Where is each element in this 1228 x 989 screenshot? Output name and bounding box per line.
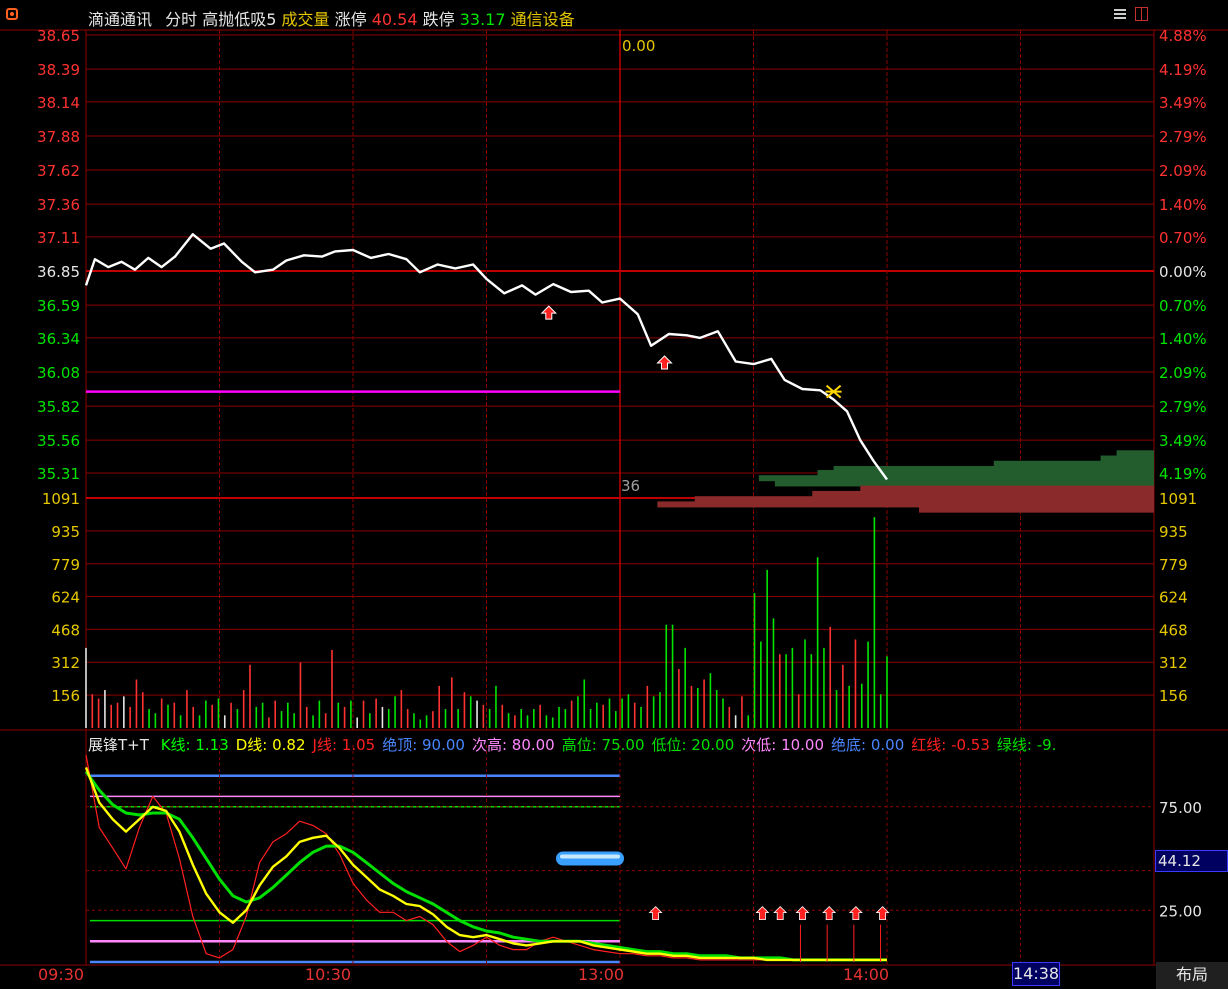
limit-down-label: 跌停 bbox=[422, 10, 455, 29]
limit-up-value: 40.54 bbox=[371, 10, 418, 29]
volume-profile-bar bbox=[758, 475, 1154, 482]
stock-name[interactable]: 滴通通讯 bbox=[88, 10, 152, 29]
indicator-name[interactable]: 高抛低吸5 bbox=[202, 10, 276, 29]
volume-profile-bar bbox=[1116, 450, 1154, 457]
price-tick-label: 35.82 bbox=[37, 398, 80, 416]
volume-profile-bar bbox=[919, 506, 1154, 513]
price-tick-label: 37.88 bbox=[37, 128, 80, 146]
price-tick-label: 38.39 bbox=[37, 61, 80, 79]
indicator-header: 展锋T+T K线: 1.13 D线: 0.82 J线: 1.05 绝顶: 90.00 次… bbox=[88, 734, 1156, 754]
percent-tick-label: 2.09% bbox=[1159, 364, 1207, 382]
percent-tick-label: 0.70% bbox=[1159, 229, 1207, 247]
volume-tick-label: 779 bbox=[51, 556, 80, 574]
indicator-legend-item: 红线: -0.53 bbox=[911, 736, 990, 754]
volume-profile-bar bbox=[993, 460, 1154, 467]
volume-profile-bar bbox=[657, 501, 1154, 508]
volume-tick-label: 468 bbox=[51, 621, 80, 639]
percent-tick-label: 4.19% bbox=[1159, 465, 1207, 483]
indicator-legend-item: 绝底: 0.00 bbox=[831, 736, 905, 754]
intraday-chart[interactable]: 38.65 4.88% 38.39 4.19% 38.14 3.49% 37.88 2.79%… bbox=[0, 0, 1228, 989]
volume-tick-label: 1091 bbox=[42, 490, 80, 508]
price-tick-label: 36.34 bbox=[37, 330, 80, 348]
volume-tick-label: 156 bbox=[1159, 687, 1188, 705]
layout-button[interactable]: 布局 bbox=[1156, 962, 1228, 989]
indicator-title[interactable]: 展锋T+T bbox=[88, 736, 149, 754]
volume-tick-label: 935 bbox=[1159, 523, 1188, 541]
price-tick-label: 38.14 bbox=[37, 94, 80, 112]
time-axis: 09:30 10:30 13:00 14:00 14:38 布局 bbox=[0, 962, 1228, 989]
percent-tick-label: 2.79% bbox=[1159, 398, 1207, 416]
time-label: 09:30 bbox=[38, 965, 85, 984]
indicator-legend-item: K线: 1.13 bbox=[160, 736, 229, 754]
percent-tick-label: 3.49% bbox=[1159, 94, 1207, 112]
last-price-tag: 36 bbox=[621, 477, 641, 495]
current-time-marker: 14:38 bbox=[1012, 962, 1060, 986]
sector-label[interactable]: 通信设备 bbox=[511, 10, 575, 29]
percent-tick-label: 0.00% bbox=[1159, 263, 1207, 281]
percent-tick-label: 1.40% bbox=[1159, 196, 1207, 214]
indicator-legend-item: 低位: 20.00 bbox=[651, 736, 735, 754]
indicator-legend-item: 高位: 75.00 bbox=[561, 736, 645, 754]
time-label: 14:00 bbox=[843, 965, 890, 984]
volume-tick-label: 779 bbox=[1159, 556, 1188, 574]
window-icon[interactable] bbox=[1135, 7, 1148, 21]
percent-tick-label: 4.19% bbox=[1159, 61, 1207, 79]
price-tick-label: 36.59 bbox=[37, 297, 80, 315]
volume-tick-label: 935 bbox=[51, 523, 80, 541]
hamburger-icon[interactable] bbox=[1114, 9, 1126, 19]
indicator-legend-item: 绿线: -9. bbox=[996, 736, 1057, 754]
price-tick-label: 38.65 bbox=[37, 27, 80, 45]
percent-tick-label: 0.70% bbox=[1159, 297, 1207, 315]
indicator-legend-item: 绝顶: 90.00 bbox=[382, 736, 465, 754]
indicator-tick-label: 75.00 bbox=[1159, 799, 1202, 817]
percent-tick-label: 2.79% bbox=[1159, 128, 1207, 146]
volume-profile-bar bbox=[694, 496, 1154, 503]
volume-tick-label: 156 bbox=[51, 687, 80, 705]
indicator-legend-item: D线: 0.82 bbox=[235, 736, 306, 754]
menu-circle-icon[interactable] bbox=[6, 8, 18, 20]
volume-tick-label: 624 bbox=[51, 588, 80, 606]
volume-profile-bar bbox=[774, 480, 1154, 487]
volume-profile-bar bbox=[812, 490, 1154, 497]
percent-tick-label: 4.88% bbox=[1159, 27, 1207, 45]
time-label: 13:00 bbox=[578, 965, 625, 984]
volume-label[interactable]: 成交量 bbox=[282, 10, 330, 29]
limit-up-label: 涨停 bbox=[334, 10, 367, 29]
indicator-current-value: 44.12 bbox=[1155, 850, 1228, 872]
price-tick-label: 35.31 bbox=[37, 465, 80, 483]
mode-label[interactable]: 分时 bbox=[165, 10, 197, 29]
volume-tick-label: 312 bbox=[1159, 654, 1188, 672]
volume-tick-label: 468 bbox=[1159, 621, 1188, 639]
price-tick-label: 37.36 bbox=[37, 196, 80, 214]
percent-tick-label: 2.09% bbox=[1159, 162, 1207, 180]
price-tick-label: 37.62 bbox=[37, 162, 80, 180]
price-tick-label: 37.11 bbox=[37, 229, 80, 247]
indicator-legend-item: 次低: 10.00 bbox=[741, 736, 825, 754]
volume-profile-bar bbox=[1100, 455, 1154, 462]
header-bar: 滴通通讯 分时 高抛低吸5 成交量 涨停 40.54 跌停 33.17 通信设备 bbox=[0, 6, 1228, 29]
volume-tick-label: 312 bbox=[51, 654, 80, 672]
indicator-tick-label: 25.00 bbox=[1159, 902, 1202, 920]
price-tick-label: 36.08 bbox=[37, 364, 80, 382]
signal-capsule-highlight bbox=[560, 854, 620, 859]
percent-tick-label: 3.49% bbox=[1159, 432, 1207, 450]
volume-tick-label: 624 bbox=[1159, 588, 1188, 606]
indicator-legend-item: J线: 1.05 bbox=[312, 736, 376, 754]
limit-down-value: 33.17 bbox=[459, 10, 506, 29]
price-tick-label: 35.56 bbox=[37, 432, 80, 450]
indicator-legend-item: 次高: 80.00 bbox=[471, 736, 555, 754]
volume-tick-label: 1091 bbox=[1159, 490, 1197, 508]
crosshair-value: 0.00 bbox=[622, 37, 656, 55]
volume-profile-bar bbox=[860, 485, 1154, 492]
price-tick-label: 36.85 bbox=[37, 263, 80, 281]
time-label: 10:30 bbox=[305, 965, 352, 984]
volume-profile-bar bbox=[817, 469, 1154, 476]
percent-tick-label: 1.40% bbox=[1159, 330, 1207, 348]
